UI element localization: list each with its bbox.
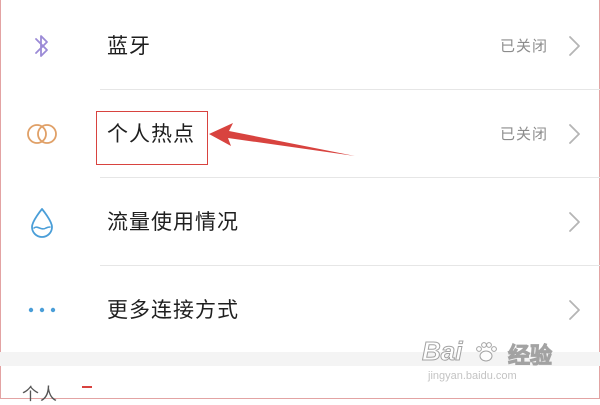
chevron-right-icon [564, 210, 584, 234]
more-icon [22, 290, 62, 330]
settings-item-label: 更多连接方式 [107, 298, 239, 322]
chevron-right-icon [564, 34, 584, 58]
watermark-brand: Bai [421, 336, 463, 367]
paw-icon [474, 340, 498, 364]
section-header: 个人 [22, 385, 58, 405]
annotation-highlight-box [96, 111, 208, 165]
settings-item-bluetooth[interactable]: 蓝牙 已关闭 [0, 2, 600, 90]
data-usage-icon [22, 202, 62, 242]
annotation-mark [82, 386, 92, 388]
chevron-right-icon [564, 298, 584, 322]
hotspot-icon [22, 114, 62, 154]
settings-item-label: 蓝牙 [107, 34, 151, 58]
bluetooth-icon [22, 26, 62, 66]
settings-item-data-usage[interactable]: 流量使用情况 [0, 178, 600, 266]
annotation-arrow-icon [205, 118, 360, 163]
watermark-cn: 经验 [507, 344, 553, 370]
chevron-right-icon [564, 122, 584, 146]
status-text: 已关闭 [499, 37, 548, 55]
settings-item-label: 流量使用情况 [107, 210, 239, 234]
watermark-url: jingyan.baidu.com [428, 370, 517, 382]
baidu-jingyan-watermark: Bai 经验 jingyan.baidu.com [421, 336, 572, 388]
status-text: 已关闭 [499, 125, 548, 143]
